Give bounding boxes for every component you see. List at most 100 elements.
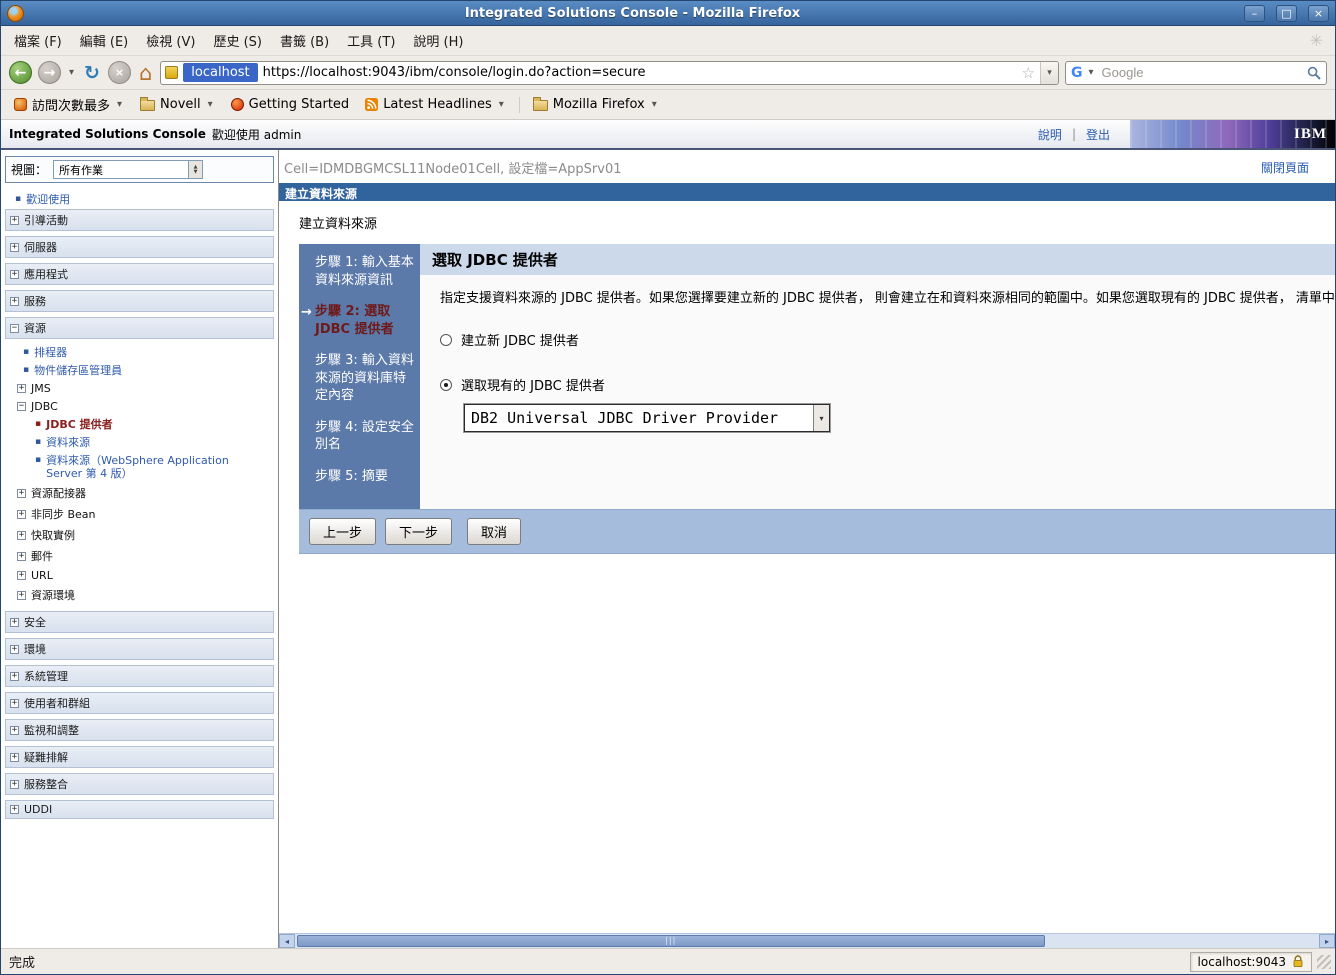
wizard-step-3[interactable]: 步驟 3: 輸入資料來源的資料庫特定內容	[315, 352, 414, 405]
sidebar-item-jdbc[interactable]: − JDBC	[11, 398, 276, 416]
radio-button-selected-icon[interactable]	[440, 378, 452, 391]
menu-file[interactable]: 檔案 (F)	[5, 26, 71, 55]
sidebar-category-uddi[interactable]: + UDDI	[5, 800, 274, 819]
sidebar-item-data-sources-v4[interactable]: ▪ 資料來源（WebSphere Application Server 第 4 …	[25, 452, 276, 483]
expand-icon[interactable]: +	[10, 215, 19, 225]
expand-icon[interactable]: +	[17, 530, 26, 540]
forward-button[interactable]: →	[38, 61, 61, 84]
bookmark-getting-started[interactable]: Getting Started	[224, 94, 357, 115]
bookmark-star-icon[interactable]: ☆	[1022, 64, 1035, 82]
menu-edit[interactable]: 編輯 (E)	[71, 26, 138, 55]
jdbc-provider-select[interactable]: DB2 Universal JDBC Driver Provider ▾	[464, 404, 830, 432]
url-bar[interactable]: localhost https://localhost:9043/ibm/con…	[160, 60, 1059, 85]
sidebar-item-cache-instances[interactable]: + 快取實例	[11, 525, 276, 546]
sidebar-item-object-pool-managers[interactable]: ▪ 物件儲存區管理員	[11, 362, 276, 380]
expand-icon[interactable]: +	[10, 725, 19, 735]
previous-button[interactable]: 上一步	[309, 518, 377, 546]
menu-help[interactable]: 說明 (H)	[404, 26, 472, 55]
next-button[interactable]: 下一步	[385, 518, 453, 546]
search-bar[interactable]: G ▾	[1065, 60, 1327, 85]
sidebar-item-url[interactable]: + URL	[11, 567, 276, 585]
scrollbar-track[interactable]: |||	[295, 934, 1319, 948]
expand-icon[interactable]: +	[17, 384, 26, 393]
sidebar-item-welcome[interactable]: ▪ 歡迎使用	[3, 191, 276, 209]
bookmark-novell[interactable]: Novell ▾	[133, 94, 222, 115]
maximize-button[interactable]: □	[1276, 4, 1297, 22]
sidebar-item-jms[interactable]: + JMS	[11, 380, 276, 398]
help-link[interactable]: 說明	[1038, 126, 1062, 143]
history-dropdown-icon[interactable]: ▾	[67, 67, 76, 78]
expand-icon[interactable]: +	[10, 644, 19, 654]
bookmark-latest-headlines[interactable]: Latest Headlines ▾	[358, 94, 513, 115]
bookmark-mozilla-firefox[interactable]: Mozilla Firefox ▾	[526, 94, 666, 115]
radio-create-new-provider[interactable]: 建立新 JDBC 提供者	[440, 330, 1335, 349]
scroll-left-icon[interactable]: ◂	[279, 934, 295, 948]
expand-icon[interactable]: +	[10, 617, 19, 627]
radio-button-icon[interactable]	[440, 333, 452, 346]
search-engine-dropdown-icon[interactable]: ▾	[1087, 67, 1096, 78]
view-select[interactable]: 所有作業 ▲ ▼	[53, 160, 204, 179]
sidebar-category-guided-activities[interactable]: + 引導活動	[5, 209, 274, 231]
menu-bookmarks[interactable]: 書籤 (B)	[271, 26, 338, 55]
sidebar-item-resource-environment[interactable]: + 資源環境	[11, 585, 276, 606]
expand-icon[interactable]: +	[17, 509, 26, 519]
cancel-button[interactable]: 取消	[467, 518, 522, 546]
expand-icon[interactable]: +	[10, 671, 19, 681]
sidebar-item-async-beans[interactable]: + 非同步 Bean	[11, 504, 276, 525]
sidebar-item-jdbc-providers[interactable]: ▪ JDBC 提供者	[25, 416, 276, 434]
expand-icon[interactable]: +	[10, 242, 19, 252]
url-text[interactable]: https://localhost:9043/ibm/console/login…	[263, 65, 1017, 80]
expand-icon[interactable]: +	[17, 571, 26, 580]
security-indicator[interactable]: localhost:9043	[1189, 951, 1312, 972]
sidebar-category-services[interactable]: + 服務	[5, 290, 274, 312]
collapse-icon[interactable]: −	[17, 402, 26, 411]
sidebar-item-schedulers[interactable]: ▪ 排程器	[11, 344, 276, 362]
site-identity-button[interactable]: localhost	[183, 63, 258, 82]
expand-icon[interactable]: +	[17, 551, 26, 561]
expand-icon[interactable]: +	[10, 269, 19, 279]
sidebar-category-monitoring-tuning[interactable]: + 監視和調整	[5, 719, 274, 741]
expand-icon[interactable]: +	[10, 779, 19, 789]
menu-history[interactable]: 歷史 (S)	[204, 26, 271, 55]
url-dropdown-button[interactable]: ▾	[1040, 61, 1058, 84]
resize-grip[interactable]	[1317, 954, 1331, 969]
sidebar-category-system-administration[interactable]: + 系統管理	[5, 665, 274, 687]
expand-icon[interactable]: +	[17, 590, 26, 600]
reload-icon[interactable]: ↻	[82, 62, 102, 84]
sidebar-category-security[interactable]: + 安全	[5, 611, 274, 633]
collapse-icon[interactable]: −	[10, 323, 19, 333]
scrollbar-thumb[interactable]: |||	[297, 935, 1045, 947]
bookmark-most-visited[interactable]: 訪問次數最多 ▾	[7, 92, 131, 117]
close-button[interactable]: ×	[1308, 4, 1329, 22]
sidebar-item-data-sources[interactable]: ▪ 資料來源	[25, 434, 276, 452]
stop-icon[interactable]: ×	[107, 61, 131, 84]
expand-icon[interactable]: +	[10, 296, 19, 306]
sidebar-category-troubleshooting[interactable]: + 疑難排解	[5, 746, 274, 768]
sidebar-category-applications[interactable]: + 應用程式	[5, 263, 274, 285]
sidebar-category-users-groups[interactable]: + 使用者和群組	[5, 692, 274, 714]
horizontal-scrollbar[interactable]: ◂ ||| ▸	[279, 933, 1335, 948]
logout-link[interactable]: 登出	[1086, 126, 1110, 143]
back-button[interactable]: ←	[9, 61, 32, 84]
radio-select-existing-provider[interactable]: 選取現有的 JDBC 提供者	[440, 375, 1335, 394]
home-icon[interactable]: ⌂	[137, 61, 154, 85]
expand-icon[interactable]: +	[10, 752, 19, 762]
sidebar-item-mail[interactable]: + 郵件	[11, 546, 276, 567]
magnifier-icon[interactable]	[1307, 66, 1321, 80]
view-select-spinner-icon[interactable]: ▲ ▼	[188, 161, 203, 178]
close-page-link[interactable]: 關閉頁面	[1261, 159, 1309, 176]
minimize-button[interactable]: –	[1244, 4, 1265, 22]
sidebar-category-service-integration[interactable]: + 服務整合	[5, 773, 274, 795]
expand-icon[interactable]: +	[10, 805, 19, 814]
wizard-step-4[interactable]: 步驟 4: 設定安全別名	[315, 419, 414, 454]
wizard-step-5[interactable]: 步驟 5: 摘要	[315, 468, 414, 486]
expand-icon[interactable]: +	[17, 488, 26, 498]
sidebar-category-environment[interactable]: + 環境	[5, 638, 274, 660]
sidebar-category-servers[interactable]: + 伺服器	[5, 236, 274, 258]
menu-view[interactable]: 檢視 (V)	[137, 26, 204, 55]
expand-icon[interactable]: +	[10, 698, 19, 708]
menu-tools[interactable]: 工具 (T)	[338, 26, 404, 55]
scroll-right-icon[interactable]: ▸	[1319, 934, 1335, 948]
select-dropdown-icon[interactable]: ▾	[813, 405, 829, 431]
wizard-step-1[interactable]: 步驟 1: 輸入基本資料來源資訊	[315, 254, 414, 289]
